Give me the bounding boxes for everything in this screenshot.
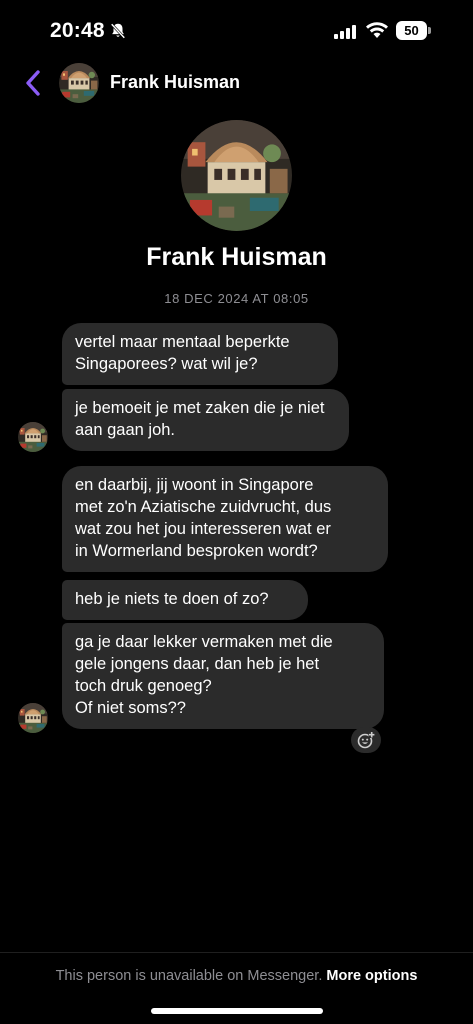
signal-icon	[334, 24, 356, 39]
message-bubble[interactable]: en daarbij, jij woont in Singapore met z…	[62, 466, 388, 572]
conversation-header: Frank Huisman	[0, 58, 473, 110]
add-reaction-button[interactable]	[351, 727, 381, 753]
battery-level: 50	[404, 23, 419, 38]
message-text: heb je niets te doen of zo?	[75, 590, 269, 608]
message-bubble[interactable]: ga je daar lekker vermaken met die gele …	[62, 623, 384, 729]
chevron-left-icon	[26, 70, 40, 96]
message-timestamp: 18 DEC 2024 AT 08:05	[164, 291, 309, 306]
unavailable-notice: This person is unavailable on Messenger.…	[0, 968, 473, 984]
bell-slash-icon	[110, 23, 126, 39]
message-text: ga je daar lekker vermaken met die gele …	[75, 633, 333, 717]
message-bubble[interactable]: vertel maar mentaal beperkte Singaporees…	[62, 323, 338, 385]
header-contact-name[interactable]: Frank Huisman	[110, 72, 240, 93]
home-indicator[interactable]	[151, 1008, 323, 1014]
chat-screen: 20:48 50 Frank Huisman Frank Huisman 18 …	[0, 0, 473, 1024]
more-options-link[interactable]: More options	[326, 968, 417, 984]
battery-icon: 50	[396, 21, 432, 40]
footer-divider	[0, 952, 473, 953]
sender-avatar[interactable]	[18, 422, 48, 452]
message-bubble[interactable]: je bemoeit je met zaken die je niet aan …	[62, 389, 349, 451]
status-bar: 20:48 50	[0, 0, 473, 62]
profile-avatar[interactable]	[181, 120, 292, 231]
message-text: vertel maar mentaal beperkte Singaporees…	[75, 333, 290, 373]
unavailable-text: This person is unavailable on Messenger.	[55, 968, 323, 984]
message-bubble[interactable]: heb je niets te doen of zo?	[62, 580, 308, 620]
profile-name: Frank Huisman	[146, 243, 327, 271]
message-text: en daarbij, jij woont in Singapore met z…	[75, 476, 332, 560]
header-avatar[interactable]	[59, 63, 99, 103]
status-time: 20:48	[50, 19, 105, 42]
back-button[interactable]	[20, 68, 46, 98]
message-text: je bemoeit je met zaken die je niet aan …	[75, 399, 325, 439]
sender-avatar[interactable]	[18, 703, 48, 733]
add-reaction-icon	[357, 731, 375, 749]
wifi-icon	[366, 22, 388, 38]
